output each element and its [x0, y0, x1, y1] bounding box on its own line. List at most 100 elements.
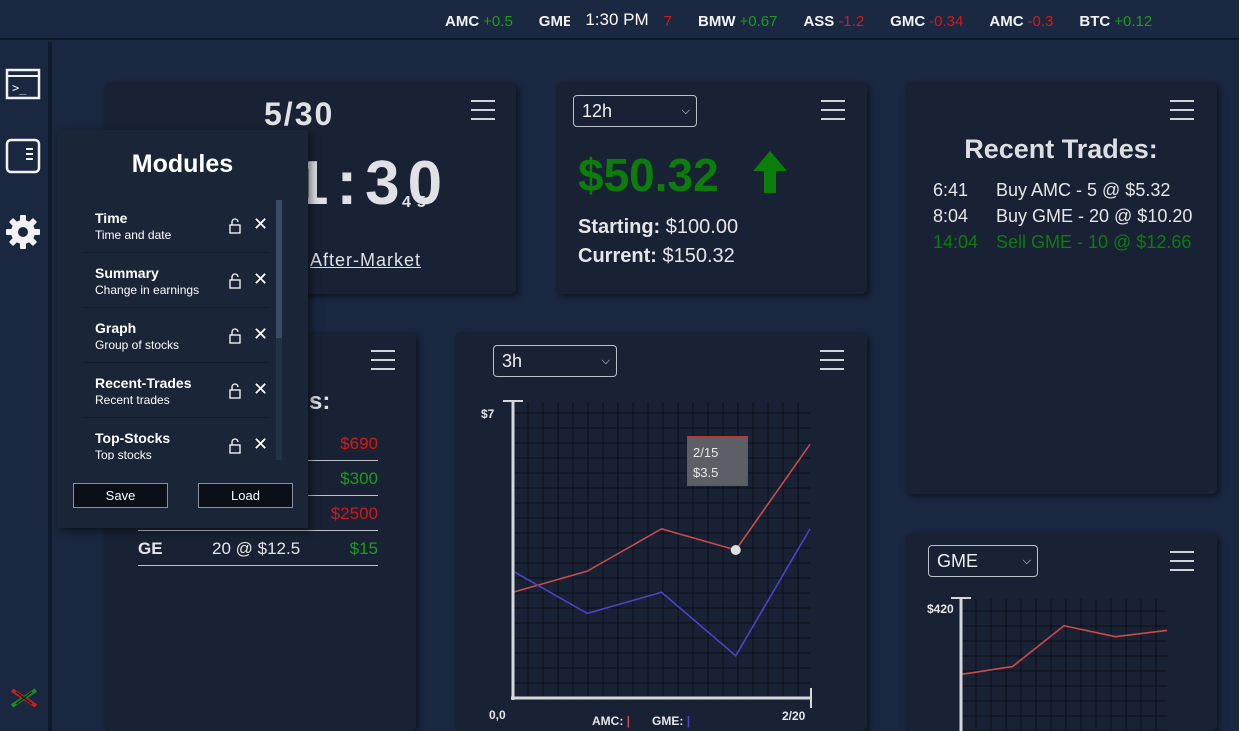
legend-gme: GME: |	[652, 714, 691, 728]
save-button[interactable]: Save	[73, 483, 168, 508]
module-desc: Top stocks	[95, 448, 152, 460]
recent-trades-title: Recent Trades:	[964, 134, 1158, 164]
load-button[interactable]: Load	[198, 483, 293, 508]
ticker-item: BMW +0.67	[698, 13, 777, 30]
module-name: Top-Stocks	[95, 430, 171, 446]
summary-menu-icon[interactable]	[821, 100, 845, 120]
tooltip-value: $3.5	[693, 465, 719, 480]
current-line: Current: $150.32	[578, 245, 735, 268]
trade-text: Sell GME - 10 @ $12.66	[996, 232, 1192, 252]
graph-card: 3h ⌵ $7 0,0 2/20 2/15 $3.5 AMC: | GME: |	[455, 332, 867, 731]
y-tick-label: $7	[481, 407, 495, 421]
module-item-recent-trades[interactable]: Recent-Trades Recent trades ✕	[83, 365, 269, 418]
starting-value: $100.00	[665, 216, 739, 238]
module-desc: Time and date	[95, 228, 172, 242]
legend-amc: AMC: |	[592, 714, 631, 728]
summary-amount: $50.32	[578, 149, 719, 201]
trade-row: 6:41 Buy AMC - 5 @ $5.32	[933, 180, 1170, 201]
sidebar: >_	[0, 42, 52, 731]
stock-value: $300	[340, 469, 378, 488]
ticker-symbol: BMW	[698, 13, 736, 30]
close-icon[interactable]: ✕	[253, 434, 268, 455]
svg-text:>_: >_	[12, 81, 27, 95]
module-item-graph[interactable]: Graph Group of stocks ✕	[83, 310, 269, 363]
module-desc: Change in earnings	[95, 283, 200, 297]
stock-value: $2500	[330, 504, 378, 523]
ticker-symbol: GMC	[890, 13, 926, 30]
module-desc: Group of stocks	[95, 338, 180, 352]
summary-range-select[interactable]: 12h ⌵	[573, 95, 697, 127]
ticker-item: AMC -0.3	[989, 13, 1053, 30]
trade-row: 8:04 Buy GME - 20 @ $10.20	[933, 206, 1192, 227]
trade-time: 6:41	[933, 180, 969, 200]
close-icon[interactable]: ✕	[253, 324, 268, 345]
gme-line-chart: $420	[927, 597, 1168, 731]
highlight-point	[730, 545, 741, 555]
terminal-icon[interactable]: >_	[5, 68, 41, 104]
seconds-text: 45	[402, 194, 432, 211]
module-item-summary[interactable]: Summary Change in earnings ✕	[83, 255, 269, 308]
top-stock-row: GE 20 @ $12.5 $15	[138, 531, 378, 566]
tooltip-date: 2/15	[693, 445, 719, 460]
close-icon[interactable]: ✕	[253, 379, 268, 400]
lock-icon[interactable]	[229, 328, 241, 344]
modules-panel: Modules Time Time and date ✕ Summary Cha…	[57, 130, 308, 528]
legend-amc-label: AMC:	[592, 714, 624, 728]
trade-time: 8:04	[933, 206, 969, 226]
clock: 1:30 PM	[570, 0, 664, 38]
module-item-time[interactable]: Time Time and date ✕	[83, 200, 269, 253]
x-tick-label: 0,0	[489, 708, 506, 722]
modules-scrollbar[interactable]	[276, 200, 282, 460]
close-icon[interactable]: ✕	[253, 214, 268, 235]
ticker-change: -1.2	[838, 13, 865, 30]
trades-menu-icon[interactable]	[1170, 100, 1194, 120]
top-stocks-menu-icon[interactable]	[371, 350, 395, 370]
module-item-top-stocks[interactable]: Top-Stocks Top stocks ✕	[83, 420, 269, 460]
chart-grid	[960, 599, 1167, 731]
lock-icon[interactable]	[229, 438, 241, 454]
ticker-change: +0.12	[1114, 13, 1153, 30]
starting-line: Starting: $100.00	[578, 216, 738, 239]
series-line-0	[960, 624, 1168, 676]
stock-value: $690	[340, 434, 378, 453]
ticker-change: -0.3	[1027, 13, 1054, 30]
ticker-symbol: AMC	[445, 13, 480, 30]
ticker-change: +0.5	[483, 13, 513, 30]
market-status: After-Market	[310, 250, 422, 270]
ticker-item: GMC -0.34	[890, 13, 963, 30]
trade-row: 14:04 Sell GME - 10 @ $12.66	[933, 232, 1191, 253]
close-icon[interactable]: ✕	[253, 269, 268, 290]
modules-list[interactable]: Time Time and date ✕ Summary Change in e…	[83, 200, 283, 460]
arrow-up-icon	[752, 150, 788, 199]
date-text: 5/30	[264, 96, 335, 132]
stock-symbol: GE	[138, 539, 163, 558]
gear-icon[interactable]	[5, 214, 41, 250]
lock-icon[interactable]	[229, 383, 241, 399]
summary-range-value: 12h	[582, 101, 613, 121]
chart-grid	[512, 402, 810, 699]
x-tick-label: 2/20	[782, 709, 806, 723]
current-label: Current:	[578, 245, 657, 267]
module-name: Graph	[95, 320, 137, 336]
recent-trades-card: Recent Trades: 6:41 Buy AMC - 5 @ $5.32 8…	[905, 82, 1217, 494]
ticker-change: -0.34	[929, 13, 964, 30]
module-name: Summary	[95, 265, 159, 281]
ticker-item: AMC +0.5	[445, 13, 513, 30]
scrollbar-thumb[interactable]	[276, 200, 282, 338]
y-tick-label: $420	[927, 602, 954, 616]
top-stocks-title: s:	[309, 388, 331, 415]
current-value: $150.32	[662, 245, 735, 267]
time-menu-icon[interactable]	[471, 100, 495, 120]
stock-ticker-bar: AMC+0.5GMETSLA-0.7BMW+0.67ASS-1.2GMC-0.3…	[0, 0, 1239, 40]
notes-icon[interactable]	[5, 138, 41, 174]
ticker-symbol: AMC	[989, 13, 1024, 30]
stock-value: $15	[349, 539, 378, 558]
lock-icon[interactable]	[229, 273, 241, 289]
ticker-symbol: ASS	[803, 13, 835, 30]
lock-icon[interactable]	[229, 218, 241, 234]
stock-qty: 20 @ $12.5	[212, 539, 301, 558]
trade-text: Buy GME - 20 @ $10.20	[996, 206, 1193, 226]
stock-line-chart: $7 0,0 2/20	[481, 400, 812, 723]
chevron-down-icon: ⌵	[681, 105, 690, 117]
module-name: Time	[95, 210, 128, 226]
